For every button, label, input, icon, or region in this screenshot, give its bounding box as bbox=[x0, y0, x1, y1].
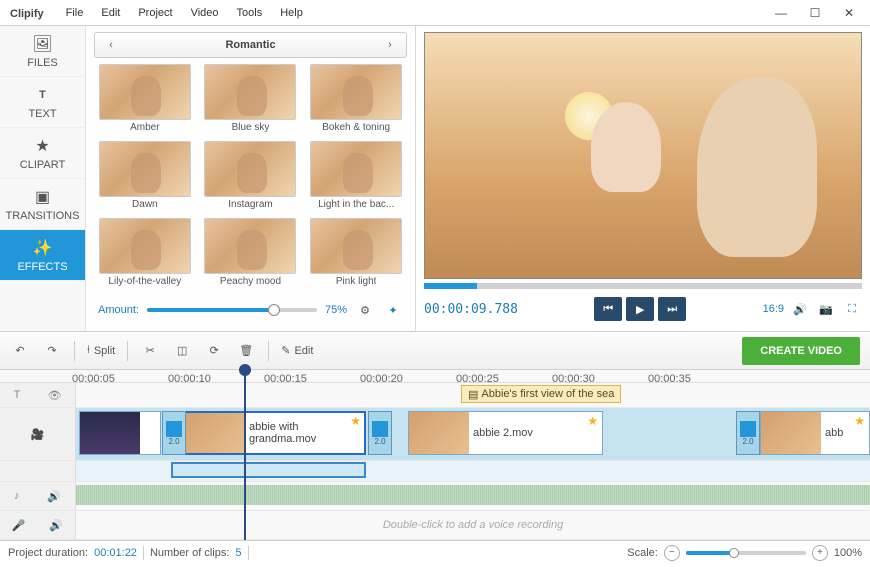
star-icon: ★ bbox=[587, 414, 598, 428]
menu-video[interactable]: Video bbox=[183, 3, 227, 23]
visibility-icon[interactable]: 👁 bbox=[47, 389, 61, 402]
image-icon: 🖼 bbox=[33, 34, 53, 54]
category-name: Romantic bbox=[127, 39, 374, 51]
minimize-button[interactable]: — bbox=[764, 1, 798, 25]
maximize-button[interactable]: ☐ bbox=[798, 1, 832, 25]
effect-item[interactable]: Instagram bbox=[200, 141, 302, 214]
scale-label: Scale: bbox=[627, 547, 658, 559]
transition[interactable]: 2.0 bbox=[736, 411, 760, 455]
video-clip[interactable]: ★abbie with grandma.mov bbox=[184, 411, 366, 455]
edit-icon: ✎ bbox=[281, 344, 290, 357]
audio-track[interactable] bbox=[76, 482, 870, 510]
edit-button[interactable]: ✎Edit bbox=[281, 344, 313, 357]
app-logo: Clipify bbox=[4, 5, 50, 20]
close-button[interactable]: ✕ bbox=[832, 1, 866, 25]
menu-edit[interactable]: Edit bbox=[93, 3, 128, 23]
effect-item[interactable]: Amber bbox=[94, 64, 196, 137]
effect-item[interactable]: Lily-of-the-valley bbox=[94, 218, 196, 291]
apply-wand-icon[interactable]: ✦ bbox=[383, 300, 403, 320]
text-icon: T bbox=[33, 85, 53, 105]
category-prev[interactable]: ‹ bbox=[95, 33, 127, 57]
amount-label: Amount: bbox=[98, 304, 139, 316]
split-button[interactable]: ⍿Split bbox=[87, 344, 115, 357]
video-track-icon: 🎥 bbox=[31, 428, 45, 441]
star-icon: ★ bbox=[33, 136, 53, 156]
category-next[interactable]: › bbox=[374, 33, 406, 57]
sidebar-effects[interactable]: ✨EFFECTS bbox=[0, 230, 85, 281]
menu-help[interactable]: Help bbox=[272, 3, 311, 23]
timeline-ruler[interactable]: 00:00:05 00:00:10 00:00:15 00:00:20 00:0… bbox=[0, 370, 870, 383]
redo-button[interactable]: ↷ bbox=[42, 341, 62, 361]
menu-file[interactable]: File bbox=[58, 3, 92, 23]
timecode: 00:00:09.788 bbox=[424, 302, 518, 317]
amount-slider[interactable] bbox=[147, 308, 317, 312]
crop-button[interactable]: ◫ bbox=[172, 341, 192, 361]
next-button[interactable]: ⏭ bbox=[658, 297, 686, 321]
video-clip[interactable] bbox=[79, 411, 161, 455]
star-icon: ★ bbox=[350, 414, 361, 428]
menu-bar: File Edit Project Video Tools Help bbox=[58, 3, 311, 23]
volume-icon[interactable]: 🔊 bbox=[790, 299, 810, 319]
effect-item[interactable]: Dawn bbox=[94, 141, 196, 214]
effect-item[interactable]: Peachy mood bbox=[200, 218, 302, 291]
amount-value: 75% bbox=[325, 304, 347, 316]
aspect-ratio[interactable]: 16:9 bbox=[763, 303, 784, 315]
zoom-in-button[interactable]: + bbox=[812, 545, 828, 561]
video-clip[interactable]: ★abbie 2.mov bbox=[408, 411, 603, 455]
preview-viewport[interactable] bbox=[424, 32, 862, 279]
duration-value: 00:01:22 bbox=[94, 547, 137, 559]
mute-icon[interactable]: 🔊 bbox=[47, 490, 61, 503]
snapshot-icon[interactable]: 📷 bbox=[816, 299, 836, 319]
transitions-icon: ▣ bbox=[33, 187, 53, 207]
sidebar-files[interactable]: 🖼FILES bbox=[0, 26, 85, 77]
sidebar-text[interactable]: TTEXT bbox=[0, 77, 85, 128]
effect-item[interactable]: Bokeh & toning bbox=[305, 64, 407, 137]
rotate-button[interactable]: ⟳ bbox=[204, 341, 224, 361]
caption-icon: ▤ bbox=[468, 388, 478, 401]
transition[interactable]: 2.0 bbox=[162, 411, 186, 455]
create-video-button[interactable]: CREATE VIDEO bbox=[742, 337, 860, 365]
play-button[interactable]: ▶ bbox=[626, 297, 654, 321]
scale-value: 100% bbox=[834, 547, 862, 559]
split-icon: ⍿ bbox=[87, 344, 90, 357]
mic-track-icon: 🎤 bbox=[12, 519, 26, 532]
sidebar-clipart[interactable]: ★CLIPART bbox=[0, 128, 85, 179]
scale-slider[interactable] bbox=[686, 551, 806, 555]
effect-item[interactable]: Light in the bac... bbox=[305, 141, 407, 214]
effect-item[interactable]: Blue sky bbox=[200, 64, 302, 137]
settings-icon[interactable]: ⚙ bbox=[355, 300, 375, 320]
effect-strip[interactable] bbox=[171, 462, 366, 478]
cut-button[interactable]: ✂ bbox=[140, 341, 160, 361]
mute-icon[interactable]: 🔊 bbox=[49, 519, 63, 532]
video-clip[interactable]: ★abb bbox=[760, 411, 870, 455]
undo-button[interactable]: ↶ bbox=[10, 341, 30, 361]
clips-label: Number of clips: bbox=[150, 547, 229, 559]
prev-button[interactable]: ⏮ bbox=[594, 297, 622, 321]
menu-project[interactable]: Project bbox=[130, 3, 180, 23]
transition[interactable]: 2.0 bbox=[368, 411, 392, 455]
fullscreen-icon[interactable]: ⛶ bbox=[842, 299, 862, 319]
video-track[interactable]: 2.0 ★abbie with grandma.mov 2.0 ★abbie 2… bbox=[76, 408, 870, 460]
effect-item[interactable]: Pink light bbox=[305, 218, 407, 291]
effects-grid: Amber Blue sky Bokeh & toning Dawn Insta… bbox=[94, 64, 407, 291]
caption-clip[interactable]: ▤Abbie's first view of the sea bbox=[461, 385, 621, 403]
sidebar-transitions[interactable]: ▣TRANSITIONS bbox=[0, 179, 85, 230]
duration-label: Project duration: bbox=[8, 547, 88, 559]
delete-button[interactable]: 🗑 bbox=[236, 341, 256, 361]
clips-value: 5 bbox=[235, 547, 241, 559]
menu-tools[interactable]: Tools bbox=[229, 3, 271, 23]
wand-icon: ✨ bbox=[33, 238, 53, 258]
text-track-icon: T bbox=[14, 389, 21, 401]
music-track-icon: ♪ bbox=[14, 490, 20, 502]
star-icon: ★ bbox=[854, 414, 865, 428]
zoom-out-button[interactable]: − bbox=[664, 545, 680, 561]
voice-track[interactable]: Double-click to add a voice recording bbox=[76, 511, 870, 539]
preview-seekbar[interactable] bbox=[424, 283, 862, 289]
